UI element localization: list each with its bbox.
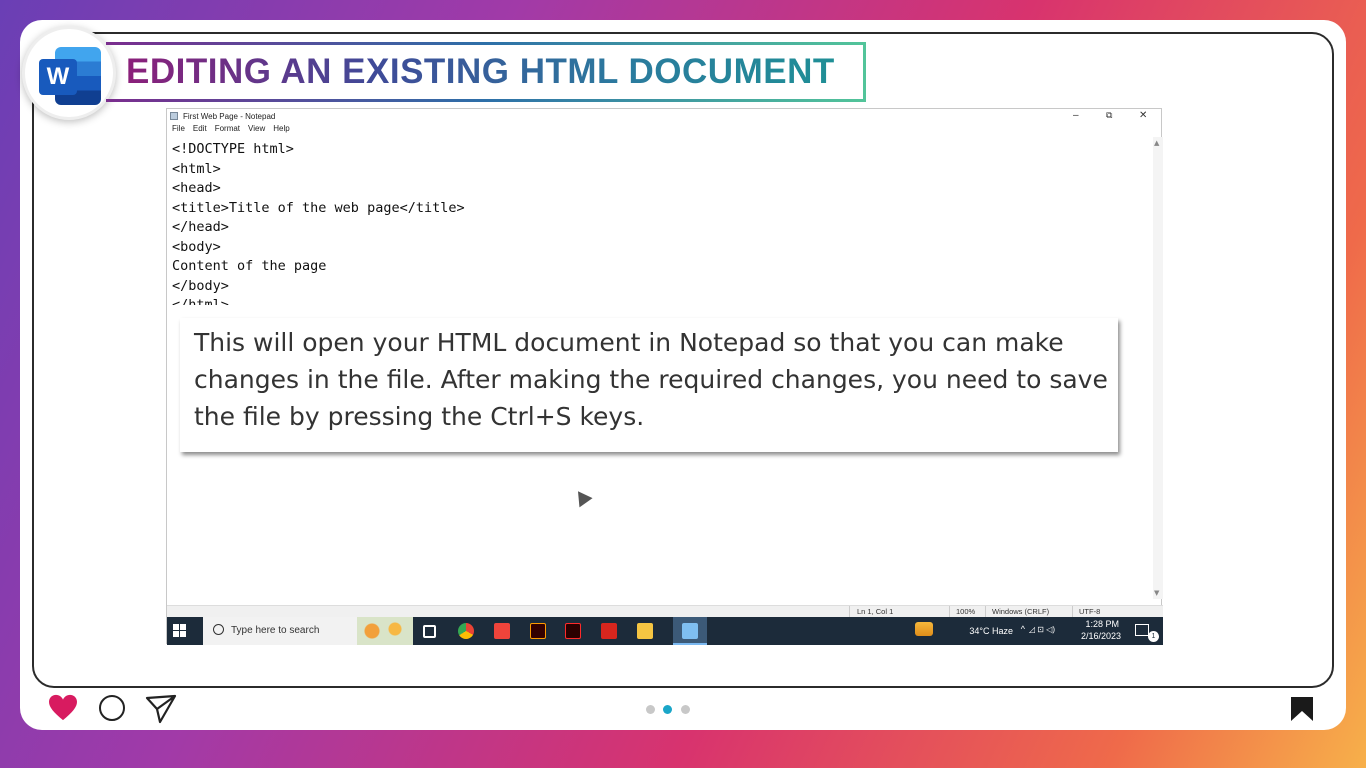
notepad-window-title: First Web Page - Notepad bbox=[183, 112, 276, 121]
chrome-icon[interactable] bbox=[458, 623, 474, 639]
heart-icon[interactable] bbox=[48, 694, 78, 722]
pager-dot-3[interactable] bbox=[681, 705, 690, 714]
code-line: <title>Title of the web page</title> bbox=[172, 199, 465, 216]
menu-edit[interactable]: Edit bbox=[193, 124, 207, 137]
code-line: </head> bbox=[172, 219, 229, 235]
search-icon bbox=[213, 624, 224, 635]
acrobat-reader-icon[interactable] bbox=[601, 623, 617, 639]
word-logo-letter: W bbox=[39, 59, 77, 95]
comment-icon[interactable] bbox=[99, 695, 125, 721]
slide-title: EDITING AN EXISTING HTML DOCUMENT bbox=[126, 52, 835, 91]
code-line: </html> bbox=[172, 297, 229, 305]
word-logo: W bbox=[22, 26, 116, 120]
status-encoding: UTF-8 bbox=[1079, 607, 1101, 616]
search-highlight-image bbox=[357, 617, 413, 645]
windows-start-icon[interactable] bbox=[173, 624, 187, 638]
status-position: Ln 1, Col 1 bbox=[857, 607, 894, 616]
status-zoom: 100% bbox=[956, 607, 976, 616]
code-line: <!DOCTYPE html> bbox=[172, 141, 294, 157]
code-line: <html> bbox=[172, 160, 221, 177]
code-text[interactable]: <!DOCTYPE html> <html> <head> <title>Title … bbox=[172, 140, 1147, 305]
pager-dot-2-active[interactable] bbox=[663, 705, 672, 714]
vertical-scrollbar[interactable]: ▲ ▼ bbox=[1153, 137, 1163, 599]
notepad-menubar: File Edit Format View Help bbox=[167, 124, 1161, 137]
minimize-button[interactable]: – bbox=[1073, 110, 1079, 121]
file-explorer-icon[interactable] bbox=[637, 623, 653, 639]
notification-badge: 1 bbox=[1148, 631, 1159, 642]
clock-time[interactable]: 1:28 PM bbox=[1085, 619, 1119, 629]
code-line: <head> bbox=[172, 180, 221, 196]
windows-taskbar: Type here to search 34°C Haze ^ ◿ ⊡ ◁) 1… bbox=[167, 617, 1163, 645]
taskbar-search-placeholder: Type here to search bbox=[231, 625, 320, 636]
notepad-taskbar-button[interactable] bbox=[673, 617, 707, 645]
notification-icon[interactable] bbox=[1135, 624, 1149, 636]
send-icon[interactable] bbox=[145, 694, 177, 724]
scroll-down-icon[interactable]: ▼ bbox=[1154, 589, 1159, 597]
anydesk-icon[interactable] bbox=[494, 623, 510, 639]
caption-box: This will open your HTML document in Not… bbox=[180, 318, 1118, 452]
code-line: Content of the page bbox=[172, 258, 327, 274]
bookmark-icon[interactable] bbox=[1290, 696, 1314, 722]
menu-view[interactable]: View bbox=[248, 124, 265, 137]
taskbar-search-box[interactable]: Type here to search bbox=[203, 617, 413, 645]
restore-button[interactable]: ⧉ bbox=[1106, 110, 1112, 121]
close-button[interactable]: ✕ bbox=[1139, 110, 1147, 121]
menu-format[interactable]: Format bbox=[215, 124, 240, 137]
clock-date[interactable]: 2/16/2023 bbox=[1081, 631, 1121, 641]
pager-dot-1[interactable] bbox=[646, 705, 655, 714]
task-view-icon[interactable] bbox=[423, 625, 436, 638]
menu-file[interactable]: File bbox=[172, 124, 185, 137]
notepad-app-icon bbox=[170, 112, 178, 120]
notepad-icon bbox=[682, 623, 698, 639]
illustrator-icon[interactable] bbox=[530, 623, 546, 639]
menu-help[interactable]: Help bbox=[273, 124, 289, 137]
code-line: </body> bbox=[172, 277, 229, 294]
code-line: <body> bbox=[172, 238, 221, 255]
weather-icon bbox=[915, 622, 933, 636]
status-line-ending: Windows (CRLF) bbox=[992, 607, 1050, 616]
notepad-statusbar: Ln 1, Col 1 100% Windows (CRLF) UTF-8 bbox=[167, 605, 1163, 618]
weather-text[interactable]: 34°C Haze bbox=[969, 626, 1013, 636]
network-volume-icons[interactable]: ◿ ⊡ ◁) bbox=[1029, 625, 1055, 634]
scroll-up-icon[interactable]: ▲ bbox=[1154, 139, 1159, 147]
notepad-titlebar: First Web Page - Notepad – ⧉ ✕ bbox=[167, 109, 1161, 124]
tray-chevron-icon[interactable]: ^ bbox=[1021, 624, 1025, 634]
acrobat-dc-icon[interactable] bbox=[565, 623, 581, 639]
caption-text: This will open your HTML document in Not… bbox=[194, 328, 1108, 431]
